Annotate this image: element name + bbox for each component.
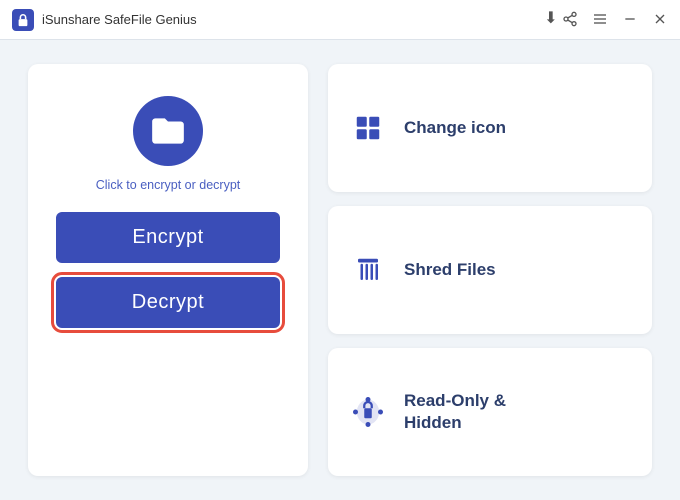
title-bar: iSunshare SafeFile Genius ⬇	[0, 0, 680, 40]
shred-files-card[interactable]: Shred Files	[328, 206, 652, 334]
readonly-hidden-card[interactable]: Read-Only &Hidden	[328, 348, 652, 476]
close-button[interactable]	[652, 11, 668, 27]
window-controls: ⬇	[544, 11, 668, 27]
encrypt-button[interactable]: Encrypt	[56, 212, 280, 263]
shred-files-label: Shred Files	[404, 260, 496, 280]
change-icon-card[interactable]: Change icon	[328, 64, 652, 192]
minimize-button[interactable]	[622, 11, 638, 27]
app-logo	[12, 9, 34, 31]
menu-button[interactable]	[592, 11, 608, 27]
right-panel: Change icon Shred Files	[328, 64, 652, 476]
folder-icon-circle[interactable]	[133, 96, 203, 166]
click-hint: Click to encrypt or decrypt	[96, 178, 241, 192]
decrypt-button[interactable]: Decrypt	[56, 277, 280, 328]
readonly-icon	[350, 397, 386, 427]
left-panel: Click to encrypt or decrypt Encrypt Decr…	[28, 64, 308, 476]
change-icon-label: Change icon	[404, 118, 506, 138]
lock-icon	[16, 13, 30, 27]
app-title: iSunshare SafeFile Genius	[42, 12, 544, 27]
shred-icon	[350, 255, 386, 285]
grid-icon	[350, 113, 386, 143]
main-content: Click to encrypt or decrypt Encrypt Decr…	[0, 40, 680, 500]
readonly-hidden-label: Read-Only &Hidden	[404, 390, 506, 434]
folder-icon	[149, 112, 187, 150]
share-button[interactable]: ⬇	[544, 11, 578, 27]
